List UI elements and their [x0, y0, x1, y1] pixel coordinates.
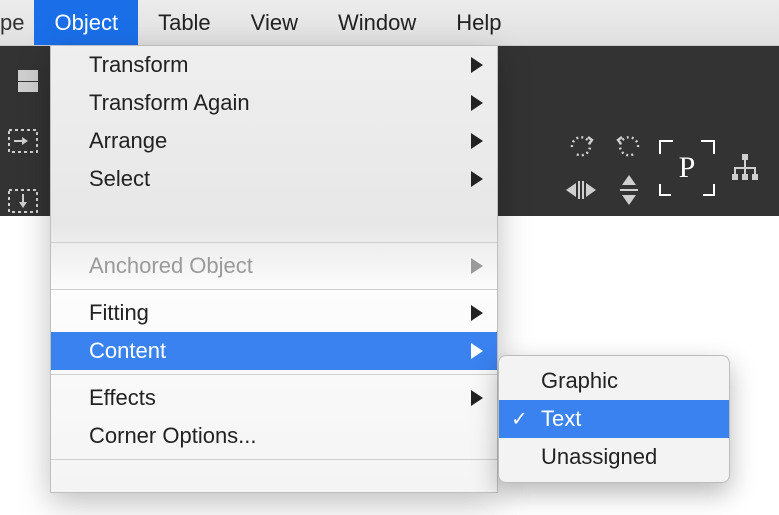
menu-separator — [51, 459, 497, 460]
content-frame-p-icon[interactable]: P — [659, 140, 715, 196]
menu-item-label: Select — [89, 166, 150, 192]
object-menu-dropdown: Transform Transform Again Arrange Select… — [50, 46, 498, 493]
menu-view[interactable]: View — [231, 0, 318, 45]
menu-help[interactable]: Help — [436, 0, 521, 45]
menu-item-select[interactable]: Select — [51, 160, 497, 198]
menu-item-transform-again[interactable]: Transform Again — [51, 84, 497, 122]
menu-item-content[interactable]: Content — [51, 332, 497, 370]
menu-continuation — [51, 464, 497, 492]
menu-bar: pe Object Table View Window Help — [0, 0, 779, 46]
left-tool-icons — [6, 64, 40, 218]
rotate-ccw-icon[interactable] — [612, 129, 646, 163]
menu-item-label: Content — [89, 338, 166, 364]
submenu-item-graphic[interactable]: Graphic — [499, 362, 729, 400]
menu-separator — [51, 374, 497, 375]
submenu-item-label: Unassigned — [541, 444, 657, 470]
menu-item-arrange[interactable]: Arrange — [51, 122, 497, 160]
flip-vertical-icon[interactable] — [612, 173, 646, 207]
right-tool-icons: P — [557, 124, 769, 212]
menu-window[interactable]: Window — [318, 0, 436, 45]
submenu-arrow-icon — [471, 171, 483, 187]
flip-horizontal-icon[interactable] — [564, 173, 598, 207]
menu-separator — [51, 289, 497, 290]
content-submenu: Graphic ✓ Text Unassigned — [498, 355, 730, 483]
submenu-item-label: Text — [541, 406, 581, 432]
menu-item-anchored-object: Anchored Object — [51, 247, 497, 285]
menu-separator — [51, 242, 497, 243]
submenu-arrow-icon — [471, 258, 483, 274]
menu-item-label: Fitting — [89, 300, 149, 326]
menu-item-fitting[interactable]: Fitting — [51, 294, 497, 332]
menu-item-label: Arrange — [89, 128, 167, 154]
submenu-arrow-icon — [471, 57, 483, 73]
menu-item-label: Effects — [89, 385, 156, 411]
menu-object[interactable]: Object — [34, 0, 138, 45]
menu-table[interactable]: Table — [138, 0, 231, 45]
submenu-arrow-icon — [471, 343, 483, 359]
menu-item-effects[interactable]: Effects — [51, 379, 497, 417]
menu-fragment: pe — [0, 0, 34, 45]
submenu-arrow-icon — [471, 305, 483, 321]
submenu-item-text[interactable]: ✓ Text — [499, 400, 729, 438]
insert-down-icon[interactable] — [6, 184, 40, 218]
menu-item-label: Anchored Object — [89, 253, 253, 279]
submenu-item-unassigned[interactable]: Unassigned — [499, 438, 729, 476]
insert-right-icon[interactable] — [6, 124, 40, 158]
panel-layout-icon[interactable] — [6, 64, 40, 98]
menu-gap — [51, 198, 497, 238]
rotate-cw-icon[interactable] — [564, 129, 598, 163]
menu-item-transform[interactable]: Transform — [51, 46, 497, 84]
submenu-arrow-icon — [471, 390, 483, 406]
checkmark-icon: ✓ — [511, 407, 528, 432]
menu-item-label: Transform — [89, 52, 188, 78]
submenu-arrow-icon — [471, 133, 483, 149]
submenu-arrow-icon — [471, 95, 483, 111]
menu-item-label: Transform Again — [89, 90, 250, 116]
menu-item-corner-options[interactable]: Corner Options... — [51, 417, 497, 455]
structure-tree-icon[interactable] — [728, 151, 762, 185]
submenu-item-label: Graphic — [541, 368, 618, 394]
menu-item-label: Corner Options... — [89, 423, 257, 449]
